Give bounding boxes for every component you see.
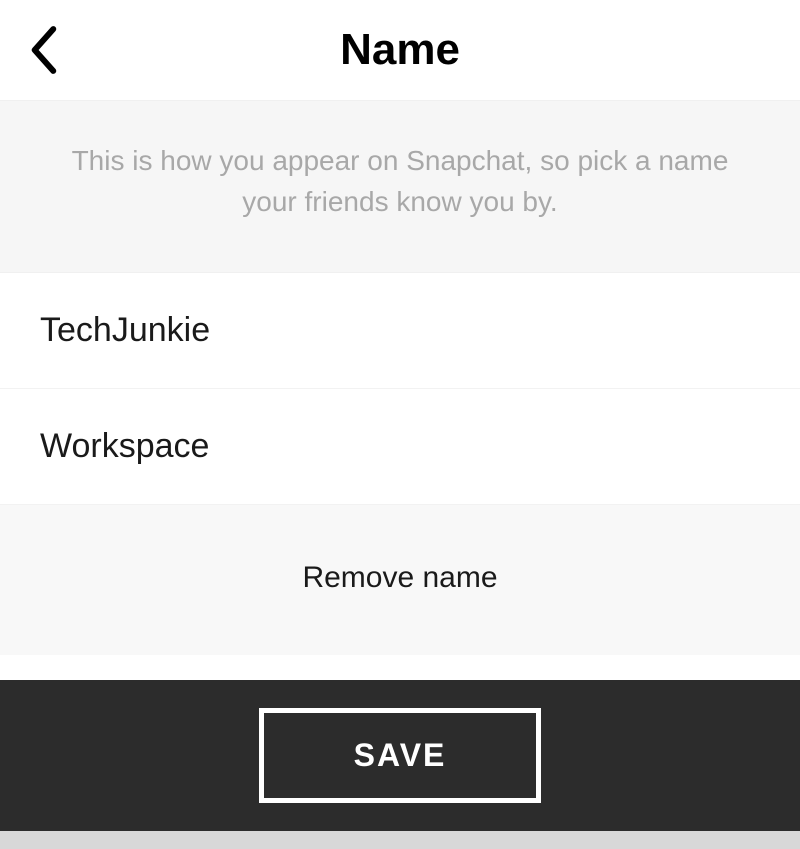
save-bar: SAVE <box>0 680 800 831</box>
header: Name <box>0 0 800 100</box>
last-name-field[interactable] <box>40 427 760 466</box>
bottom-strip <box>0 831 800 849</box>
back-button[interactable] <box>20 16 68 84</box>
chevron-left-icon <box>30 26 58 74</box>
first-name-field[interactable] <box>40 311 760 350</box>
spacer <box>0 655 800 680</box>
remove-name-button[interactable]: Remove name <box>0 505 800 655</box>
page-title: Name <box>340 25 460 75</box>
info-banner: This is how you appear on Snapchat, so p… <box>0 100 800 273</box>
first-name-row <box>0 273 800 389</box>
save-button[interactable]: SAVE <box>259 708 542 803</box>
last-name-row <box>0 389 800 505</box>
